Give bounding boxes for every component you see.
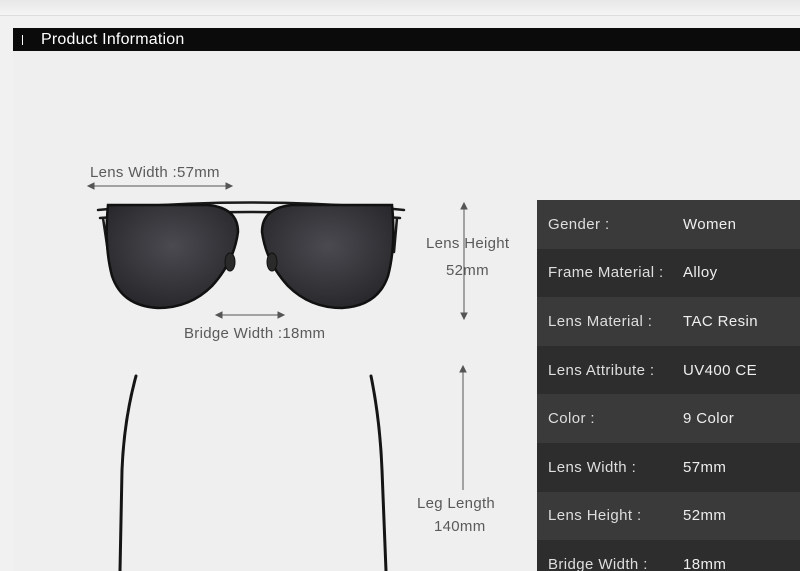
spec-value: 57mm — [683, 458, 727, 476]
lens-width-arrow — [86, 182, 234, 190]
spec-row-lens-width: Lens Width : 57mm — [537, 442, 800, 492]
lens-width-label: Lens Width :57mm — [90, 164, 220, 181]
spec-row-color: Color : 9 Color — [537, 394, 800, 443]
lens-height-arrow — [460, 201, 468, 321]
leg-length-value: 140mm — [434, 518, 486, 535]
temple-leg — [118, 374, 388, 571]
spec-key: Lens Width : — [548, 458, 637, 476]
nose-pads — [224, 252, 278, 272]
spec-key: Bridge Width : — [548, 555, 648, 571]
spec-value: Alloy — [683, 264, 718, 282]
spec-key: Lens Attribute : — [548, 361, 655, 379]
spec-row-lens-material: Lens Material : TAC Resin — [537, 297, 800, 346]
left-lens — [105, 203, 240, 310]
bridge-width-arrow — [214, 311, 286, 319]
lens-height-value: 52mm — [446, 262, 489, 279]
spec-key: Lens Material : — [548, 312, 653, 330]
leg-length-arrow — [459, 364, 467, 490]
spec-row-lens-attribute: Lens Attribute : UV400 CE — [537, 345, 800, 395]
bridge-width-label: Bridge Width :18mm — [184, 325, 326, 342]
product-info-page: Product Information Lens Width:57mm Bri… — [0, 0, 800, 571]
spec-value: UV400 CE — [683, 361, 758, 379]
spec-row-lens-height: Lens Height : 52mm — [537, 491, 800, 541]
spec-value: Women — [683, 215, 737, 233]
spec-value: 52mm — [683, 507, 727, 525]
spec-row-gender: Gender : Women — [537, 200, 800, 249]
spec-key: Gender : — [548, 215, 610, 233]
spec-row-bridge-width: Bridge Width : 18mm — [537, 540, 800, 571]
lens-height-label: Lens Height — [426, 235, 510, 252]
spec-table: Gender : Women Frame Material : Alloy Le… — [537, 200, 800, 571]
spec-key: Frame Material : — [548, 264, 664, 282]
spec-key: Color : — [548, 410, 595, 428]
spec-key: Lens Height : — [548, 507, 642, 525]
right-lens — [260, 203, 395, 310]
spec-value: 9 Color — [683, 410, 735, 428]
spec-value: 18mm — [683, 555, 727, 571]
leg-length-label: Leg Length — [417, 495, 496, 512]
spec-row-frame-material: Frame Material : Alloy — [537, 248, 800, 298]
spec-value: TAC Resin — [683, 312, 759, 330]
